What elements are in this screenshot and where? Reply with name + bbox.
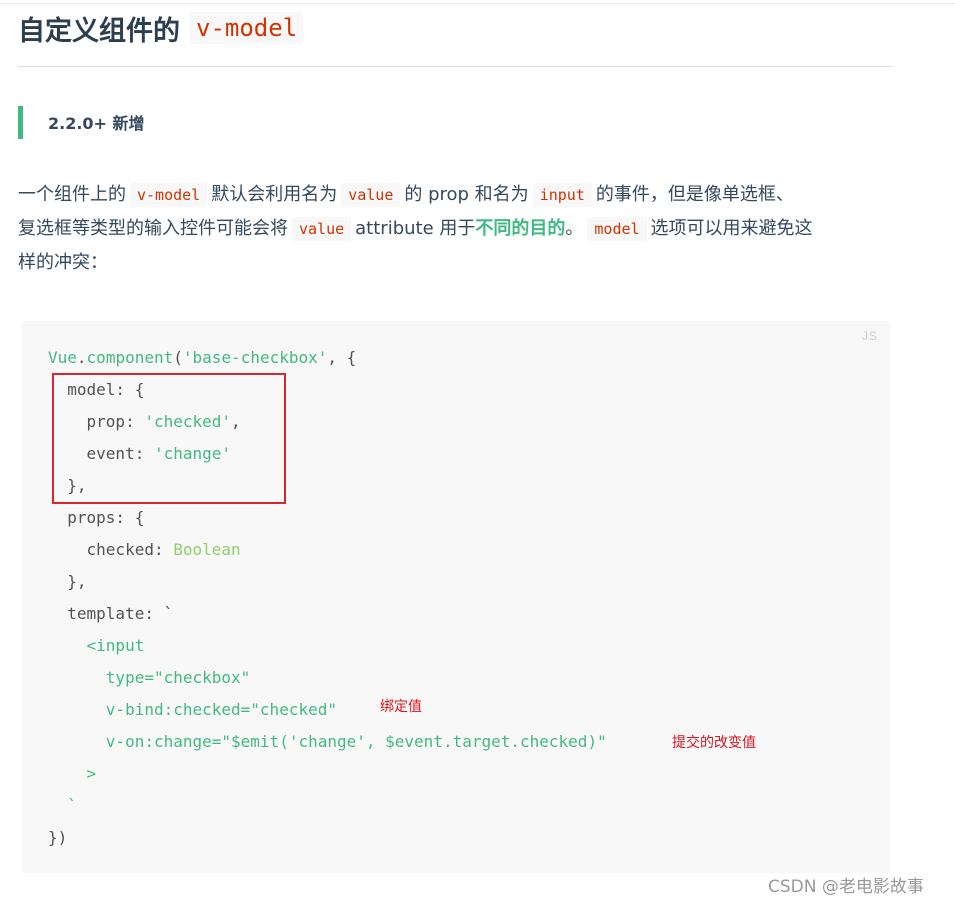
inline-code: input bbox=[532, 183, 592, 207]
text-segment: 的事件，但是像单选框、 bbox=[595, 184, 794, 205]
page-title: 自定义组件的 v-model bbox=[18, 6, 304, 50]
code-line: v-bind:checked="checked" bbox=[48, 700, 337, 719]
annotation-bind-value: 绑定值 bbox=[380, 699, 422, 715]
text-segment: 选项可以用来避免这 bbox=[650, 218, 813, 239]
code-line: }) bbox=[48, 828, 68, 847]
inline-code: model bbox=[587, 217, 647, 241]
code-line: v-on:change="$emit('change', $event.targ… bbox=[48, 732, 607, 751]
code-token: , { bbox=[327, 348, 357, 367]
code-line: > bbox=[48, 764, 97, 783]
code-token: Vue bbox=[48, 348, 77, 367]
language-tag: JS bbox=[861, 329, 878, 343]
text-segment: 样的冲突： bbox=[18, 252, 108, 273]
text-segment: 复选框等类型的输入控件可能会将 bbox=[18, 218, 288, 239]
emphasis-text: 不同的目的 bbox=[475, 218, 566, 239]
title-rule bbox=[18, 66, 893, 67]
code-line: checked: Boolean bbox=[48, 534, 607, 566]
code-token: 'base-checkbox' bbox=[182, 348, 328, 367]
code-token: ( bbox=[173, 348, 183, 367]
title-code: v-model bbox=[190, 12, 304, 44]
paragraph-line-1: 一个组件上的 v-model 默认会利用名为 value 的 prop 和名为 input… bbox=[18, 178, 898, 212]
inline-code: value bbox=[341, 183, 401, 207]
paragraph-line-3: 样的冲突： bbox=[18, 246, 898, 279]
top-divider bbox=[0, 3, 955, 4]
text-segment: 一个组件上的 bbox=[18, 184, 126, 205]
title-text: 自定义组件的 bbox=[18, 15, 180, 47]
code-token: Boolean bbox=[173, 540, 241, 559]
code-line: props: { bbox=[48, 508, 145, 527]
code-line: ` bbox=[48, 796, 77, 815]
code-block[interactable]: JS Vue.component('base-checkbox', { mode… bbox=[22, 321, 890, 873]
code-line: <input bbox=[48, 636, 145, 655]
code-line: }, bbox=[48, 572, 87, 591]
model-highlight-box bbox=[52, 373, 286, 504]
code-line: template: ` bbox=[48, 604, 174, 623]
inline-code: value bbox=[292, 217, 352, 241]
tip-accent-bar bbox=[18, 106, 23, 139]
text-segment: attribute 用于 bbox=[355, 218, 476, 239]
watermark: CSDN @老电影故事 bbox=[768, 877, 924, 897]
code-line: type="checkbox" bbox=[48, 668, 251, 687]
paragraph-line-2: 复选框等类型的输入控件可能会将 value attribute 用于不同的目的。 mo… bbox=[18, 212, 898, 246]
code-token: component bbox=[86, 348, 174, 367]
version-tip: 2.2.0+ 新增 bbox=[48, 114, 145, 133]
text-segment: 。 bbox=[565, 218, 584, 239]
inline-code: v-model bbox=[130, 183, 208, 207]
code-line: Vue.component('base-checkbox', { bbox=[48, 342, 607, 374]
code-token: checked: bbox=[48, 540, 174, 559]
code-token: . bbox=[76, 348, 87, 367]
description-paragraph: 一个组件上的 v-model 默认会利用名为 value 的 prop 和名为 input… bbox=[18, 178, 898, 279]
text-segment: 的 prop 和名为 bbox=[404, 184, 529, 205]
text-segment: 默认会利用名为 bbox=[211, 184, 338, 205]
annotation-submit-value: 提交的改变值 bbox=[672, 735, 756, 751]
